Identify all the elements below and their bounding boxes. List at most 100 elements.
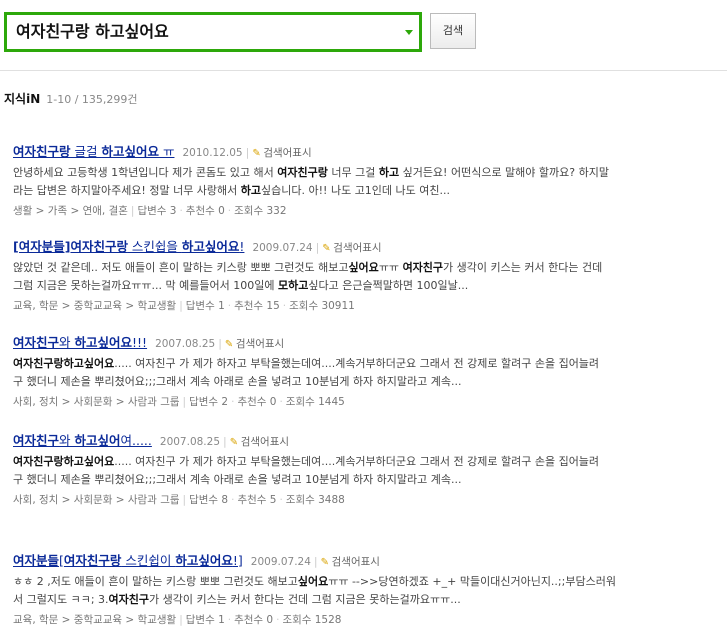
dropdown-arrow-icon[interactable]	[405, 30, 413, 35]
result-meta: 교육, 학문 > 중학교교육 > 학교생활 | 답변수 1 · 추천수 15 · 조회수 3…	[13, 297, 723, 315]
snippet-line: 여자친구랑하고싶어요..... 여자친구 가 제가 하자고 부탁을했는데여...…	[13, 453, 723, 471]
highlighted-keyword: 하고	[378, 166, 400, 179]
text-segment: !!!	[132, 335, 148, 350]
recommend-count: 추천수 0	[234, 614, 274, 626]
snippet-line: 않았던 것 같은데.. 저도 애들이 흔이 말하는 키스랑 뽀뽀 그런것도 해보…	[13, 259, 723, 277]
answer-count: 답변수 1	[185, 300, 225, 312]
text-segment: ㅠㅠ -->>당연하겠죠 +_+ 막들이대신거아닌지..;;부담스러워	[328, 575, 616, 588]
divider: ·	[227, 205, 232, 217]
highlight-keyword-link[interactable]: 검색어표시	[332, 556, 380, 568]
view-count: 조회수 1528	[282, 614, 342, 626]
result-item: [여자분들]여자친구랑 스킨쉽을 하고싶어요! 2009.07.24 | ✎ 검색어표시…	[13, 238, 723, 315]
text-segment: 라는 답변은 하지말아주세요! 정말 너무 사랑해서	[13, 184, 241, 197]
result-date: 2007.08.25	[159, 436, 221, 448]
result-snippet: 여자친구랑하고싶어요..... 여자친구 가 제가 하자고 부탁을했는데여...…	[13, 453, 723, 489]
category-link[interactable]: 교육, 학문 > 중학교교육 > 학교생활	[13, 300, 176, 312]
pencil-icon: ✎	[322, 243, 331, 254]
highlighted-keyword: 하고	[240, 184, 262, 197]
text-segment: 구 했더니 제손을 뿌리쳤어요;;;그래서 계속 아래로 손을 넣려고 10분넘…	[13, 375, 462, 388]
category-link[interactable]: 생활 > 가족 > 연애, 결혼	[13, 205, 128, 217]
text-segment: 여.....	[120, 433, 152, 448]
divider: ·	[179, 205, 183, 217]
highlight-keyword-link[interactable]: 검색어표시	[333, 242, 381, 254]
recommend-count: 추천수 5	[237, 494, 277, 506]
highlight-keyword-link[interactable]: 검색어표시	[236, 338, 284, 350]
text-segment: ㅎㅎ 2 ,저도 애들이 흔이 말하는 키스랑 뽀뽀 그런것도 해보고	[13, 575, 298, 588]
text-segment: 와	[59, 335, 75, 350]
snippet-line: 안녕하세요 고등학생 1학년입니다 제가 콘돔도 있고 해서 여자친구랑 너무 …	[13, 164, 723, 182]
pencil-icon: ✎	[224, 339, 234, 350]
text-segment: 가 생각이 키스는 커서 한다는 건데	[443, 261, 603, 274]
text-segment: 와	[59, 433, 75, 448]
category-link[interactable]: 사회, 정치 > 사회문화 > 사람과 그룹	[13, 494, 180, 506]
text-segment: 싶다고 은근슬쩍말하면 100일날...	[308, 279, 469, 292]
text-segment: 그럼 지금은 못하는걸까요ㅠㅠ... 막 예를들어서 100일에	[13, 279, 278, 292]
result-item: 여자친구랑 글걸 하고싶어요 ㅠ 2010.12.05 | ✎ 검색어표시 안녕하세요 …	[13, 143, 723, 220]
divider: |	[315, 241, 320, 254]
search-button[interactable]: 검색	[430, 13, 476, 49]
answer-count: 답변수 2	[189, 396, 229, 408]
result-item: 여자분들[여자친구랑 스킨쉽이 하고싶어요!] 2009.07.24 | ✎ 검색어표시…	[13, 552, 723, 629]
section-title: 지식iN	[4, 92, 41, 106]
divider: ·	[279, 494, 283, 506]
text-segment: ..... 여자친구 가 제가 하자고 부탁을했는데여....계속거부하더군요 …	[114, 455, 600, 468]
text-segment: !]	[232, 553, 243, 568]
divider: |	[223, 435, 227, 448]
divider: ·	[231, 396, 235, 408]
highlighted-keyword: 여자친구랑	[63, 553, 122, 568]
divider: |	[245, 146, 250, 159]
answer-count: 답변수 8	[189, 494, 229, 506]
divider: ·	[231, 494, 235, 506]
view-count: 조회수 332	[234, 205, 287, 217]
view-count: 조회수 1445	[285, 396, 345, 408]
text-segment: ..... 여자친구 가 제가 하자고 부탁을했는데여....계속거부하더군요 …	[114, 357, 600, 370]
result-title-link[interactable]: 여자친구랑 글걸 하고싶어요 ㅠ	[13, 144, 174, 159]
divider: |	[179, 614, 183, 626]
divider: ·	[279, 396, 283, 408]
highlighted-keyword: 싶어요	[348, 261, 379, 274]
result-snippet: 여자친구랑하고싶어요..... 여자친구 가 제가 하자고 부탁을했는데여...…	[13, 355, 723, 391]
highlighted-keyword: 여자친구	[13, 335, 60, 350]
highlighted-keyword: 하고싶어요	[101, 144, 159, 159]
divider: |	[179, 300, 183, 312]
highlighted-keyword: 여자친구랑	[70, 239, 128, 254]
result-title-link[interactable]: 여자분들[여자친구랑 스킨쉽이 하고싶어요!]	[13, 553, 243, 568]
search-box[interactable]	[4, 12, 422, 52]
divider: ·	[282, 300, 287, 312]
pencil-icon: ✎	[229, 437, 239, 448]
divider: |	[182, 494, 187, 506]
highlighted-keyword: 여자친구	[108, 593, 150, 606]
search-input[interactable]	[7, 15, 387, 49]
highlighted-keyword: 여자친구	[402, 261, 444, 274]
category-link[interactable]: 교육, 학문 > 중학교교육 > 학교생활	[13, 614, 176, 626]
result-title-link[interactable]: [여자분들]여자친구랑 스킨쉽을 하고싶어요!	[13, 239, 244, 254]
result-title-link[interactable]: 여자친구와 하고싶어요!!!	[13, 335, 147, 350]
highlighted-keyword: 싶어요	[297, 575, 329, 588]
snippet-line: 서 그럴지도 ㅋㅋ; 3.여자친구가 생각이 키스는 커서 한다는 건데 그럼 …	[13, 591, 723, 609]
highlighted-keyword: 여자친구랑하고싶어요	[13, 455, 115, 468]
divider: |	[218, 337, 222, 350]
highlighted-keyword: 여자친구	[13, 433, 60, 448]
text-segment: 서 그럴지도 ㅋㅋ; 3.	[13, 593, 109, 606]
text-segment: !	[239, 239, 245, 254]
divider: |	[313, 555, 318, 568]
result-title-link[interactable]: 여자친구와 하고싶어여.....	[13, 433, 152, 448]
highlighted-keyword: 하고싶어	[74, 433, 121, 448]
result-date: 2010.12.05	[182, 147, 243, 159]
view-count: 조회수 3488	[285, 494, 345, 506]
highlighted-keyword: [여자분들]	[13, 239, 71, 254]
text-segment: 가 생각이 키스는 커서 한다는 건데 그럼 지금은 못하는걸까요ㅠㅠ...	[149, 593, 461, 606]
recommend-count: 추천수 0	[237, 396, 277, 408]
result-snippet: 않았던 것 같은데.. 저도 애들이 흔이 말하는 키스랑 뽀뽀 그런것도 해보…	[13, 259, 723, 295]
divider: ·	[227, 300, 232, 312]
result-meta: 사회, 정치 > 사회문화 > 사람과 그룹 | 답변수 8 · 추천수 5 · 조회수 3…	[13, 491, 723, 509]
highlighted-keyword: 여자친구랑	[13, 144, 71, 159]
category-link[interactable]: 사회, 정치 > 사회문화 > 사람과 그룹	[13, 396, 180, 408]
snippet-line: 구 했더니 제손을 뿌리쳤어요;;;그래서 계속 아래로 손을 넣려고 10분넘…	[13, 471, 723, 489]
highlight-keyword-link[interactable]: 검색어표시	[241, 436, 289, 448]
highlight-keyword-link[interactable]: 검색어표시	[263, 147, 311, 159]
answer-count: 답변수 1	[185, 614, 225, 626]
section-header: 지식iN 1-10 / 135,299건	[4, 90, 138, 107]
highlighted-keyword: 여자친구랑	[277, 166, 328, 179]
divider: ·	[227, 614, 232, 626]
